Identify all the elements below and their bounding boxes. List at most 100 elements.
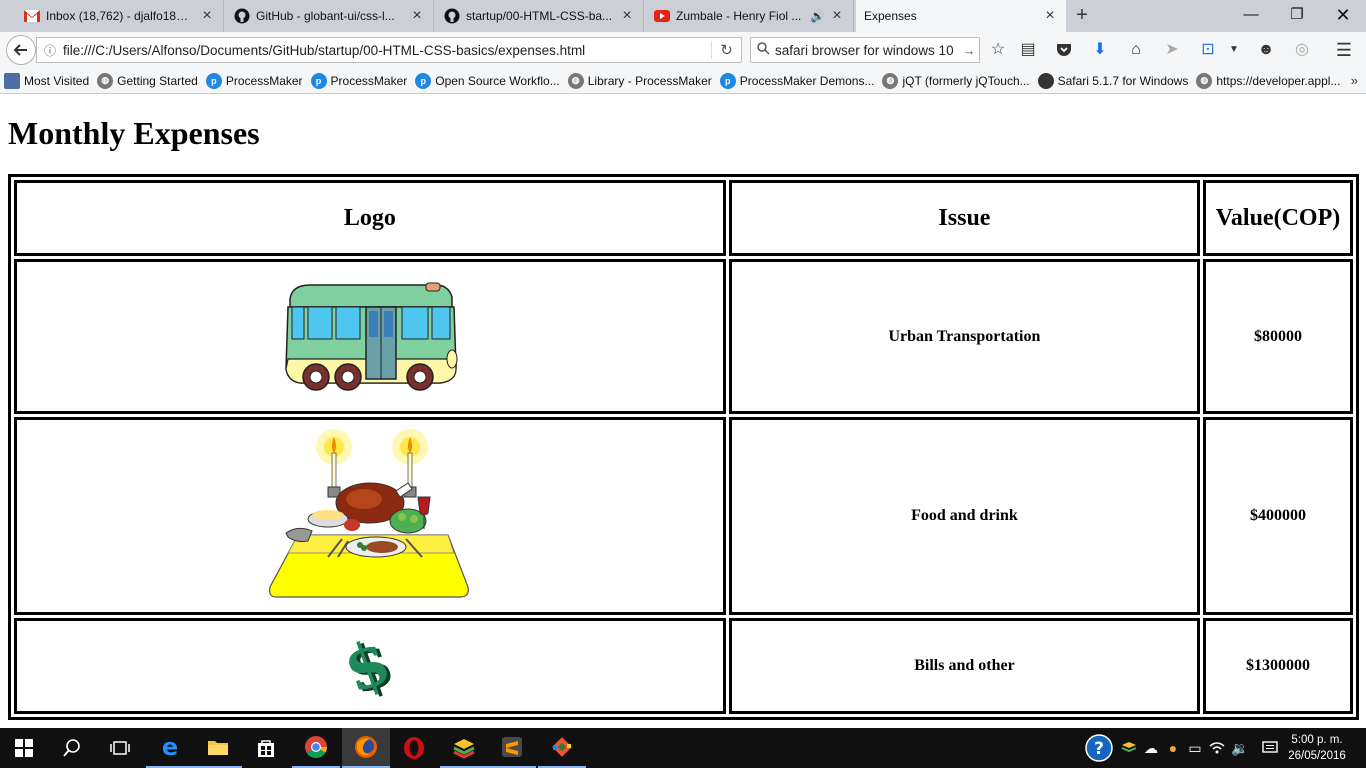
- start-button[interactable]: [0, 728, 48, 768]
- github-icon: [444, 8, 460, 24]
- navigation-toolbar: ⓘ file:///C:/Users/Alfonso/Documents/Git…: [0, 32, 1366, 68]
- taskbar-bluestacks[interactable]: [440, 728, 488, 768]
- bookmark-processmaker-demos[interactable]: p ProcessMaker Demons...: [719, 72, 874, 89]
- extension-icon[interactable]: ☻: [1254, 38, 1278, 62]
- close-icon[interactable]: ×: [829, 7, 845, 25]
- processmaker-icon: p: [205, 72, 222, 89]
- folder-icon: [208, 741, 228, 755]
- sync-icon[interactable]: ◎: [1290, 38, 1314, 62]
- tab-github-startup[interactable]: startup/00-HTML-CSS-ba... ×: [436, 0, 644, 32]
- tab-youtube[interactable]: Zumbale - Henry Fiol ... 🔊 ×: [646, 0, 854, 32]
- tab-expenses[interactable]: Expenses ×: [856, 0, 1066, 32]
- edge-icon: e: [161, 733, 179, 761]
- bookmark-safari[interactable]: Safari 5.1.7 for Windows: [1037, 72, 1188, 89]
- help-tray[interactable]: ?: [1082, 728, 1116, 768]
- taskbar-edge[interactable]: e: [146, 728, 194, 768]
- address-bar[interactable]: ⓘ file:///C:/Users/Alfonso/Documents/Git…: [36, 37, 742, 63]
- table-row: Food and drink $400000: [14, 417, 1353, 615]
- svg-text:?: ?: [1094, 739, 1104, 759]
- bookmark-getting-started[interactable]: ◍ Getting Started: [97, 72, 198, 89]
- close-icon[interactable]: ×: [619, 7, 635, 25]
- download-manager-icon[interactable]: ⊡: [1196, 38, 1220, 62]
- tab-github-css[interactable]: GitHub - globant-ui/css-l... ×: [226, 0, 434, 32]
- bookmark-processmaker-1[interactable]: p ProcessMaker: [205, 72, 303, 89]
- search-text[interactable]: safari browser for windows 10: [775, 43, 959, 58]
- help-icon: ?: [1085, 734, 1113, 762]
- system-clock[interactable]: 5:00 p. m. 26/05/2016: [1286, 732, 1348, 764]
- issue-cell: Food and drink: [728, 417, 1201, 615]
- close-icon[interactable]: ×: [1042, 7, 1058, 25]
- task-view-button[interactable]: [96, 728, 144, 768]
- page-title: Monthly Expenses: [8, 115, 260, 151]
- back-button[interactable]: [6, 35, 36, 65]
- bookmark-star-icon[interactable]: ☆: [986, 38, 1010, 62]
- pocket-icon[interactable]: [1052, 38, 1076, 62]
- chevron-right-icon[interactable]: »: [1351, 73, 1358, 88]
- reload-icon[interactable]: ↻: [711, 41, 741, 59]
- bookmark-developer-apple[interactable]: ◍ https://developer.appl...: [1196, 72, 1340, 89]
- windows-taskbar: e ? ☁ ● ▭ 🔉 5:00 p. m. 26/05/2016: [0, 728, 1366, 768]
- taskbar-opera[interactable]: [390, 728, 438, 768]
- close-icon[interactable]: ×: [199, 7, 215, 25]
- sublime-icon: [502, 737, 522, 757]
- minimize-button[interactable]: —: [1228, 0, 1274, 32]
- download-icon[interactable]: ⬇: [1088, 38, 1112, 62]
- folder-icon: [4, 72, 20, 89]
- globe-icon: ◍: [1196, 72, 1213, 89]
- layers-icon: [453, 739, 475, 759]
- search-bar[interactable]: safari browser for windows 10 →: [750, 37, 980, 63]
- new-tab-button[interactable]: +: [1070, 4, 1094, 28]
- close-window-button[interactable]: ✕: [1320, 0, 1366, 32]
- taskbar-git[interactable]: [538, 728, 586, 768]
- wifi-icon[interactable]: [1206, 728, 1228, 768]
- close-icon[interactable]: ×: [409, 7, 425, 25]
- tab-gmail[interactable]: Inbox (18,762) - djalfo18@... ×: [16, 0, 224, 32]
- menu-icon[interactable]: ☰: [1332, 38, 1356, 62]
- taskbar-file-explorer[interactable]: [194, 728, 242, 768]
- processmaker-icon: p: [415, 72, 432, 89]
- value-cell: $80000: [1203, 259, 1353, 414]
- apple-icon: [1037, 72, 1054, 89]
- volume-icon[interactable]: 🔉: [1230, 728, 1250, 768]
- bookmark-jqt[interactable]: ◍ jQT (formerly jQTouch...: [882, 72, 1030, 89]
- notifications-icon[interactable]: [1258, 728, 1282, 768]
- opera-icon: [404, 737, 424, 759]
- bookmark-most-visited[interactable]: Most Visited: [4, 72, 89, 89]
- table-header-row: Logo Issue Value(COP): [14, 180, 1353, 256]
- taskbar-firefox[interactable]: [342, 728, 390, 768]
- info-icon[interactable]: ⓘ: [37, 42, 63, 59]
- youtube-icon: [654, 8, 670, 24]
- search-button[interactable]: [48, 728, 96, 768]
- bluestacks-tray-icon[interactable]: [1118, 728, 1140, 768]
- url-text[interactable]: file:///C:/Users/Alfonso/Documents/GitHu…: [63, 43, 711, 58]
- header-value: Value(COP): [1203, 180, 1353, 256]
- header-logo: Logo: [14, 180, 726, 256]
- bookmark-library-processmaker[interactable]: ◍ Library - ProcessMaker: [567, 72, 712, 89]
- maximize-button[interactable]: ❐: [1274, 0, 1320, 32]
- logo-cell: [14, 259, 726, 414]
- table-row: Urban Transportation $80000: [14, 259, 1353, 414]
- send-icon[interactable]: ➤: [1160, 38, 1184, 62]
- chevron-down-icon[interactable]: ▼: [1222, 38, 1246, 62]
- cloud-icon[interactable]: ☁: [1140, 728, 1162, 768]
- bookmarks-toolbar: Most Visited ◍ Getting Started p Process…: [0, 68, 1366, 94]
- gmail-icon: [24, 8, 40, 24]
- task-view-icon: [110, 741, 130, 755]
- arrow-right-icon[interactable]: →: [959, 43, 979, 58]
- taskbar-chrome[interactable]: [292, 728, 340, 768]
- bookmark-open-source-workflow[interactable]: p Open Source Workflo...: [415, 72, 560, 89]
- taskbar-sublime[interactable]: [488, 728, 536, 768]
- avast-icon[interactable]: ●: [1162, 728, 1184, 768]
- home-icon[interactable]: ⌂: [1124, 38, 1148, 62]
- battery-icon[interactable]: ▭: [1184, 728, 1206, 768]
- header-issue: Issue: [728, 180, 1201, 256]
- taskbar-store[interactable]: [242, 728, 290, 768]
- search-icon: [63, 739, 80, 757]
- reading-list-icon[interactable]: ▤: [1016, 38, 1040, 62]
- issue-cell: Bills and other: [728, 618, 1201, 714]
- clock-date: 26/05/2016: [1288, 750, 1346, 762]
- firefox-icon: [355, 736, 377, 758]
- bookmark-processmaker-2[interactable]: p ProcessMaker: [310, 72, 407, 89]
- windows-logo-icon: [15, 739, 33, 757]
- speaker-icon[interactable]: 🔊: [810, 9, 825, 23]
